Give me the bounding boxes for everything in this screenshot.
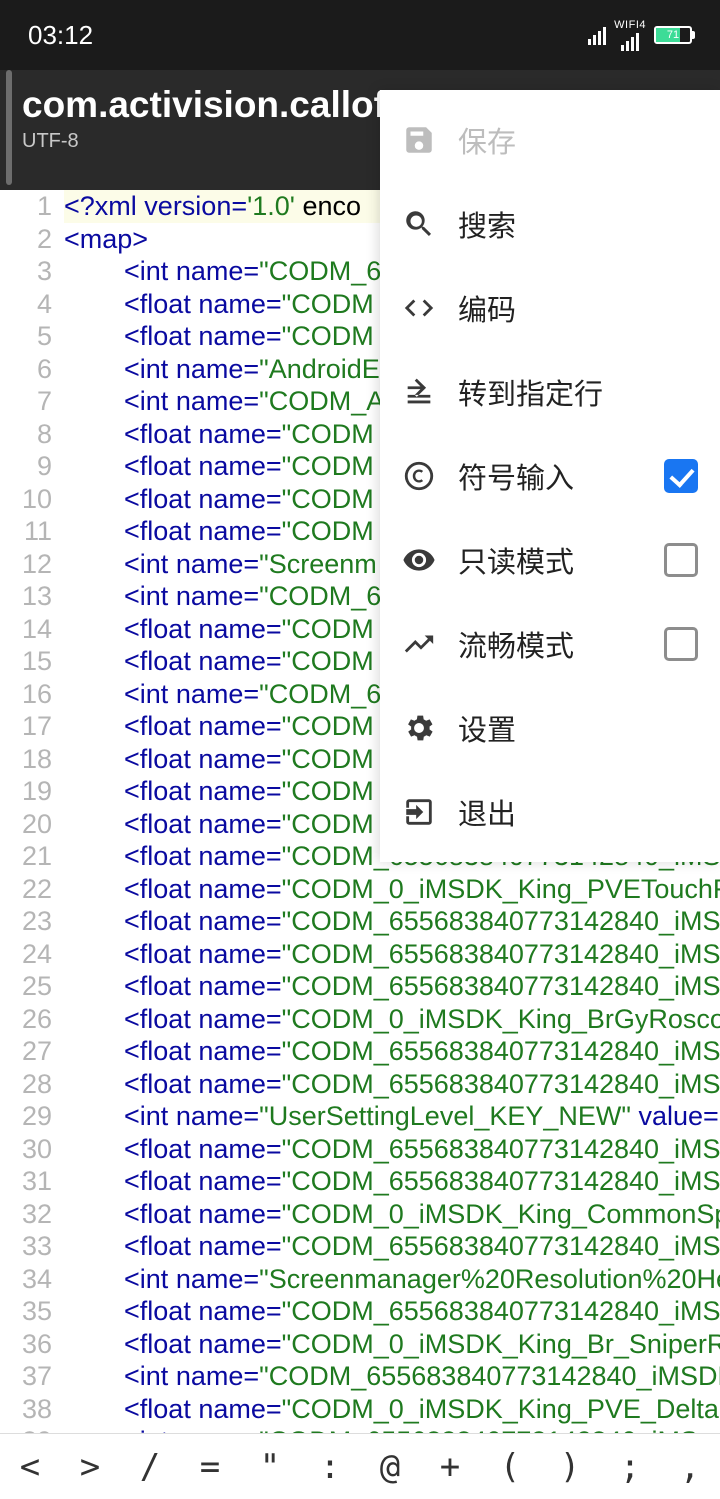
exit-icon xyxy=(402,795,436,829)
code-line[interactable]: <float name="CODM_655683840773142840_iMS xyxy=(64,970,720,1003)
code-line[interactable]: <int name="UserSettingLevel_KEY_NEW" val… xyxy=(64,1100,720,1133)
symbol-key[interactable]: = xyxy=(180,1447,240,1487)
eye-icon xyxy=(402,543,436,577)
menu-smooth[interactable]: 流畅模式 xyxy=(380,602,720,686)
wifi-icon: WIFI4 xyxy=(614,19,646,51)
line-number: 7 xyxy=(0,385,52,418)
line-number: 6 xyxy=(0,353,52,386)
code-line[interactable]: <float name="CODM_655683840773142840_iMS xyxy=(64,1295,720,1328)
line-number: 37 xyxy=(0,1360,52,1393)
symbol-key[interactable]: " xyxy=(240,1447,300,1487)
battery-icon: 71 xyxy=(654,26,692,44)
gutter: 1234567891011121314151617181920212223242… xyxy=(0,190,60,1458)
code-line[interactable]: <float name="CODM_0_iMSDK_King_CommonSp xyxy=(64,1198,720,1231)
symbol-key[interactable]: , xyxy=(660,1447,720,1487)
line-number: 26 xyxy=(0,1003,52,1036)
line-number: 1 xyxy=(0,190,52,223)
line-number: 19 xyxy=(0,775,52,808)
code-line[interactable]: <float name="CODM_0_iMSDK_King_PVETouchF xyxy=(64,873,720,906)
line-number: 5 xyxy=(0,320,52,353)
smooth-checkbox[interactable] xyxy=(664,627,698,661)
line-number: 30 xyxy=(0,1133,52,1166)
search-icon xyxy=(402,207,436,241)
menu-encoding[interactable]: 编码 xyxy=(380,266,720,350)
symbol-key[interactable]: / xyxy=(120,1447,180,1487)
line-number: 12 xyxy=(0,548,52,581)
line-number: 27 xyxy=(0,1035,52,1068)
line-number: 18 xyxy=(0,743,52,776)
status-bar: 03:12 WIFI4 71 xyxy=(0,0,720,70)
menu-goto-line[interactable]: 转到指定行 xyxy=(380,350,720,434)
line-number: 35 xyxy=(0,1295,52,1328)
trending-icon xyxy=(402,627,436,661)
menu-readonly[interactable]: 只读模式 xyxy=(380,518,720,602)
menu-save[interactable]: 保存 xyxy=(380,98,720,182)
overflow-menu: 保存 搜索 编码 转到指定行 符号输入 只读模式 流畅模 xyxy=(380,90,720,862)
line-number: 34 xyxy=(0,1263,52,1296)
code-line[interactable]: <float name="CODM_0_iMSDK_King_PVE_Delta… xyxy=(64,1393,720,1426)
line-number: 23 xyxy=(0,905,52,938)
code-line[interactable]: <float name="CODM_655683840773142840_iMS xyxy=(64,1068,720,1101)
scrollbar[interactable] xyxy=(6,70,12,185)
status-right: WIFI4 71 xyxy=(588,19,692,51)
line-number: 13 xyxy=(0,580,52,613)
symbol-key[interactable]: < xyxy=(0,1447,60,1487)
symbol-bar: <>/=":@+();, xyxy=(0,1433,720,1499)
line-number: 14 xyxy=(0,613,52,646)
line-number: 25 xyxy=(0,970,52,1003)
line-number: 17 xyxy=(0,710,52,743)
line-number: 28 xyxy=(0,1068,52,1101)
line-number: 11 xyxy=(0,515,52,548)
line-number: 29 xyxy=(0,1100,52,1133)
line-number: 2 xyxy=(0,223,52,256)
symbol-key[interactable]: > xyxy=(60,1447,120,1487)
code-icon xyxy=(402,291,436,325)
line-number: 24 xyxy=(0,938,52,971)
symbol-key[interactable]: ( xyxy=(480,1447,540,1487)
line-number: 36 xyxy=(0,1328,52,1361)
line-number: 21 xyxy=(0,840,52,873)
line-number: 31 xyxy=(0,1165,52,1198)
symbol-key[interactable]: ; xyxy=(600,1447,660,1487)
line-number: 20 xyxy=(0,808,52,841)
code-line[interactable]: <float name="CODM_655683840773142840_iMS xyxy=(64,905,720,938)
menu-settings[interactable]: 设置 xyxy=(380,686,720,770)
symbol-input-checkbox[interactable] xyxy=(664,459,698,493)
line-number: 15 xyxy=(0,645,52,678)
code-line[interactable]: <int name="CODM_655683840773142840_iMSDK xyxy=(64,1360,720,1393)
line-number: 8 xyxy=(0,418,52,451)
code-line[interactable]: <float name="CODM_655683840773142840_iMS xyxy=(64,1165,720,1198)
line-number: 3 xyxy=(0,255,52,288)
menu-symbol-input[interactable]: 符号输入 xyxy=(380,434,720,518)
menu-exit[interactable]: 退出 xyxy=(380,770,720,854)
readonly-checkbox[interactable] xyxy=(664,543,698,577)
menu-search[interactable]: 搜索 xyxy=(380,182,720,266)
status-time: 03:12 xyxy=(28,20,93,51)
save-icon xyxy=(402,123,436,157)
copyright-icon xyxy=(402,459,436,493)
line-number: 22 xyxy=(0,873,52,906)
symbol-key[interactable]: + xyxy=(420,1447,480,1487)
line-number: 9 xyxy=(0,450,52,483)
code-line[interactable]: <float name="CODM_0_iMSDK_King_BrGyRosco… xyxy=(64,1003,720,1036)
line-number: 16 xyxy=(0,678,52,711)
line-number: 33 xyxy=(0,1230,52,1263)
symbol-key[interactable]: ) xyxy=(540,1447,600,1487)
goto-line-icon xyxy=(402,375,436,409)
line-number: 38 xyxy=(0,1393,52,1426)
code-line[interactable]: <float name="CODM_0_iMSDK_King_Br_Sniper… xyxy=(64,1328,720,1361)
code-line[interactable]: <float name="CODM_655683840773142840_iMS xyxy=(64,1133,720,1166)
code-line[interactable]: <int name="Screenmanager%20Resolution%20… xyxy=(64,1263,720,1296)
line-number: 10 xyxy=(0,483,52,516)
line-number: 4 xyxy=(0,288,52,321)
symbol-key[interactable]: : xyxy=(300,1447,360,1487)
code-line[interactable]: <float name="CODM_655683840773142840_iMS xyxy=(64,938,720,971)
code-line[interactable]: <float name="CODM_655683840773142840_iMS xyxy=(64,1230,720,1263)
line-number: 32 xyxy=(0,1198,52,1231)
gear-icon xyxy=(402,711,436,745)
symbol-key[interactable]: @ xyxy=(360,1447,420,1487)
code-line[interactable]: <float name="CODM_655683840773142840_iMS xyxy=(64,1035,720,1068)
signal-icon xyxy=(588,25,606,45)
